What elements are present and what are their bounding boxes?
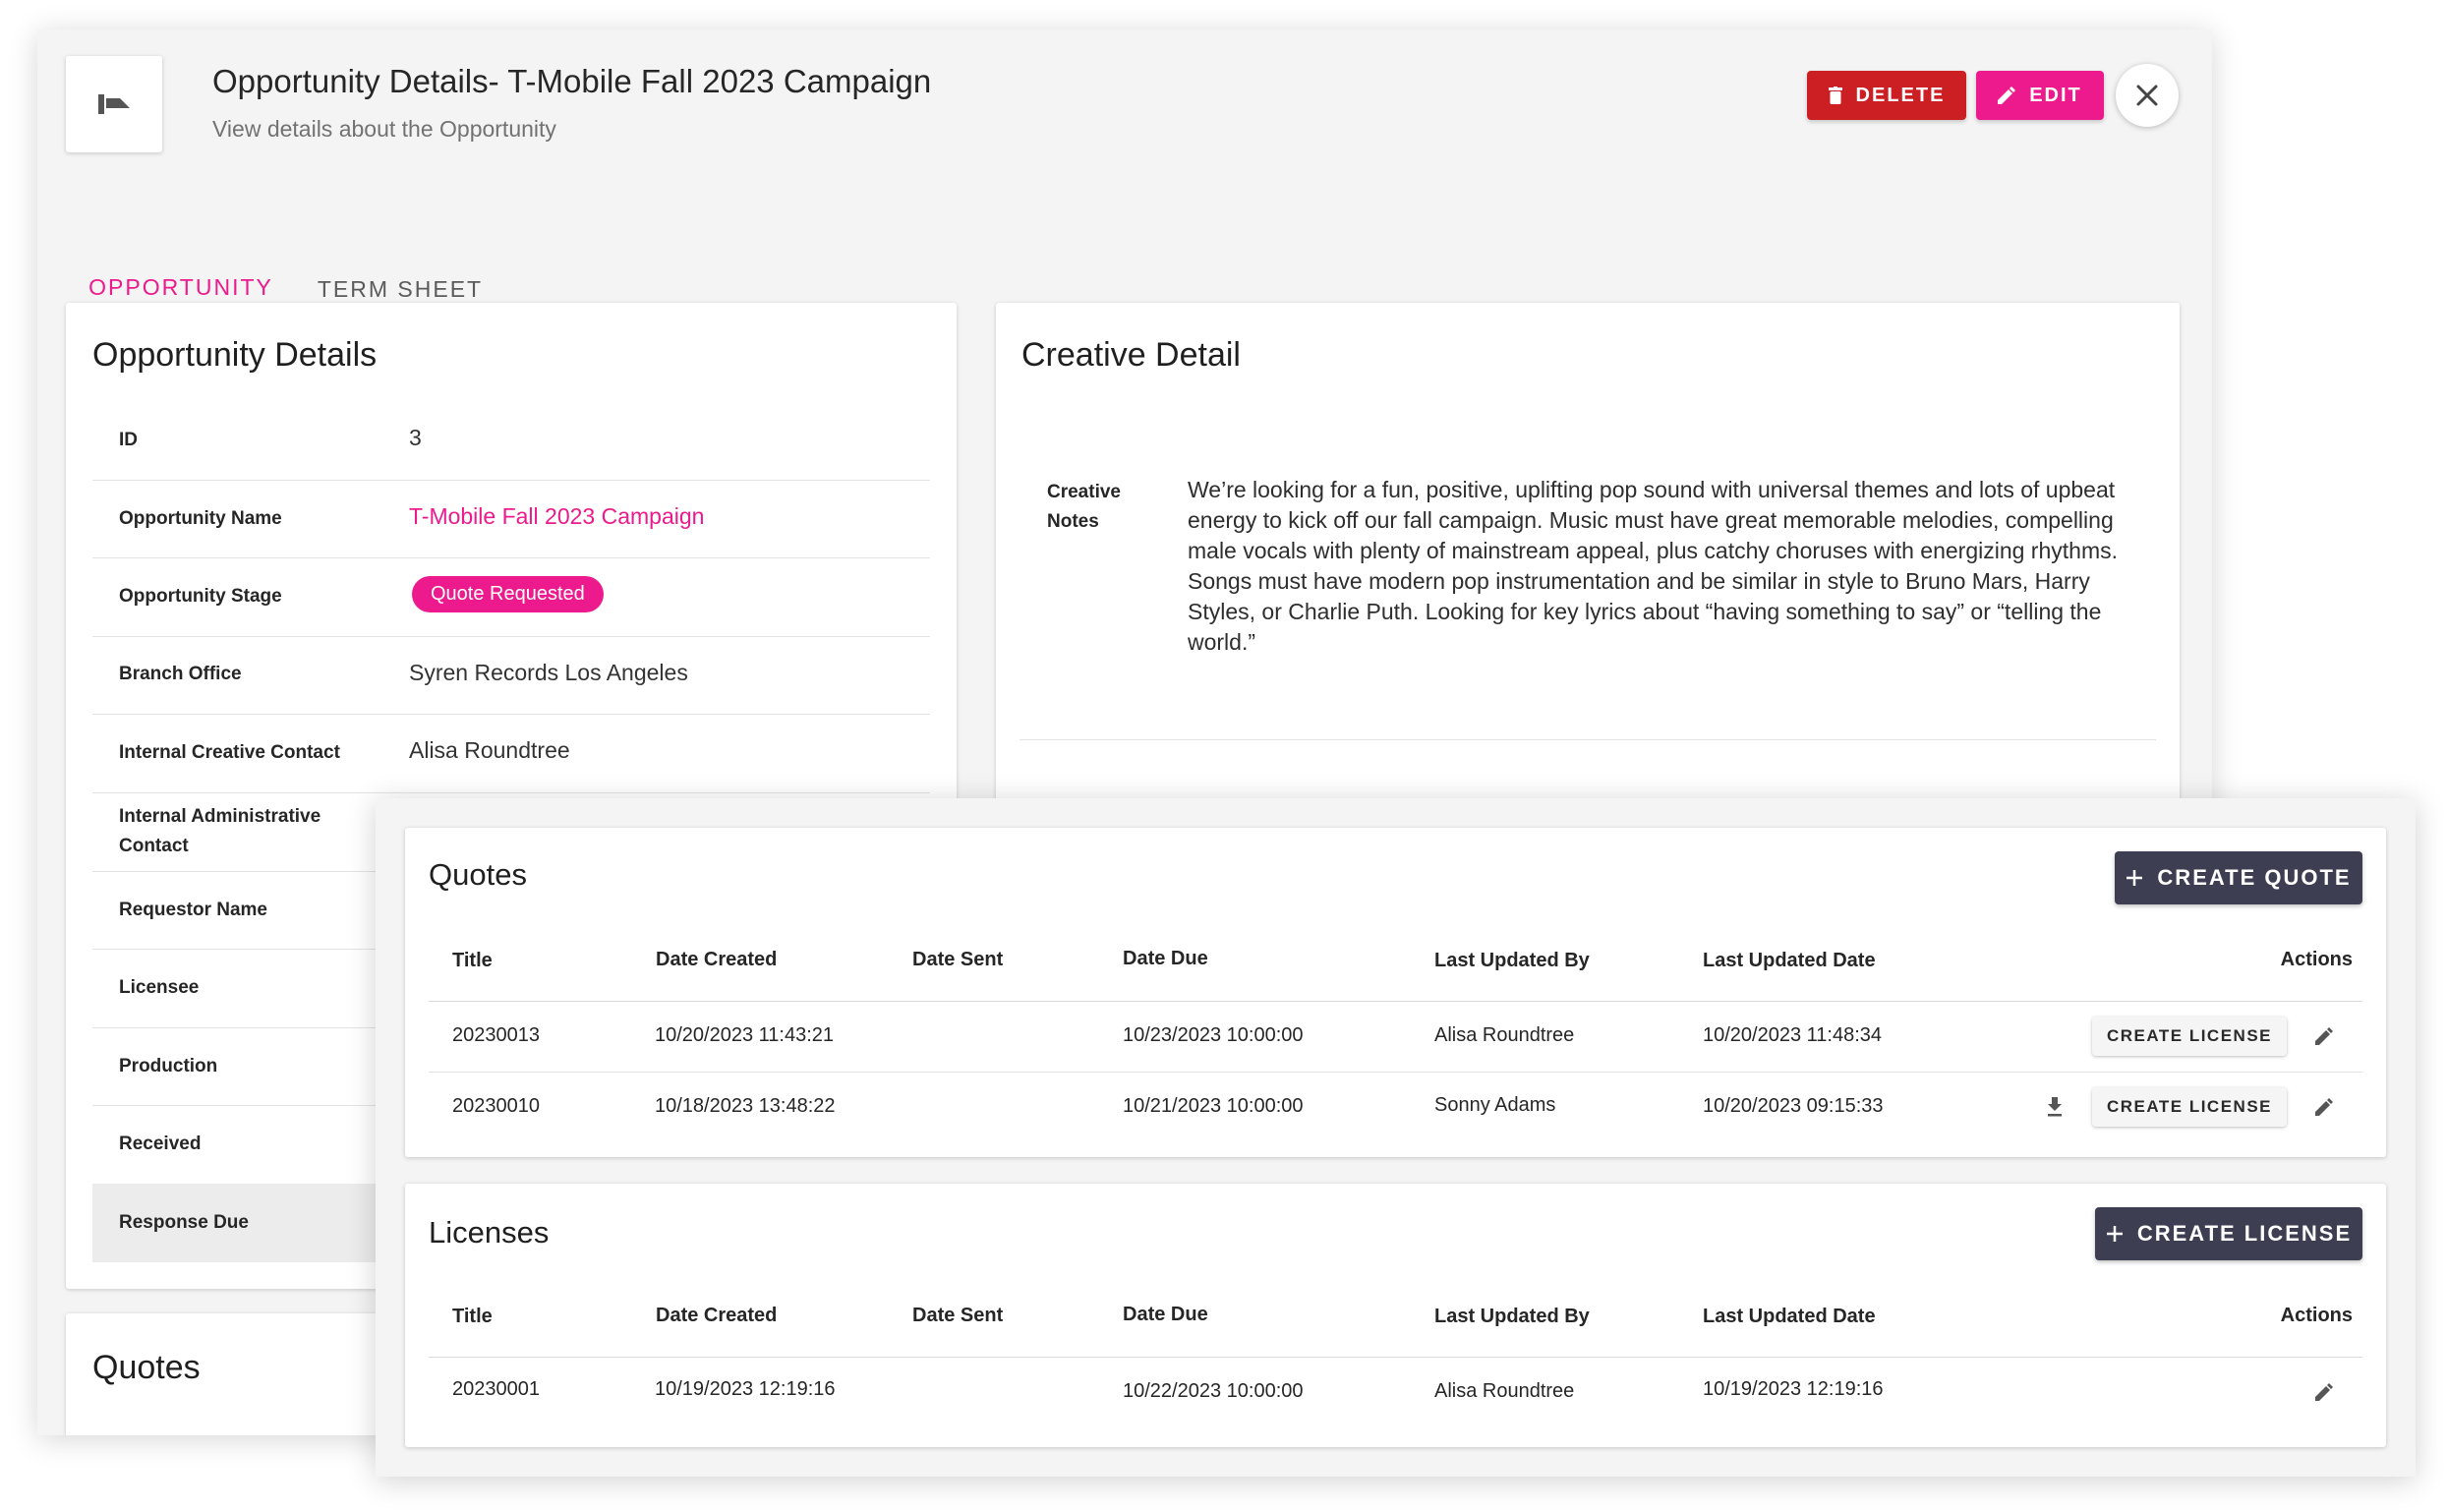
detail-label: Branch Office — [119, 664, 242, 684]
divider — [1020, 739, 2156, 740]
column-header-date-sent: Date Sent — [912, 1305, 1004, 1326]
opportunity-details-title: Opportunity Details — [92, 336, 378, 374]
detail-value: Syren Records Los Angeles — [409, 660, 688, 685]
creative-notes-label: Creative Notes — [1047, 482, 1121, 532]
license-updated-date: 10/19/2023 12:19:16 — [1703, 1378, 1884, 1400]
create-license-button[interactable]: CREATE LICENSE — [2092, 1087, 2287, 1127]
license-title: 20230001 — [452, 1378, 540, 1400]
pencil-icon — [1998, 87, 2016, 104]
detail-label: Opportunity Stage — [119, 586, 282, 607]
detail-label: ID — [119, 430, 138, 450]
detail-label: Received — [119, 1134, 202, 1154]
detail-label: Internal Creative Contact — [119, 742, 340, 763]
plus-icon — [2127, 870, 2143, 886]
license-updated-by: Alisa Roundtree — [1434, 1380, 1575, 1402]
licenses-title: Licenses — [429, 1215, 550, 1250]
pencil-icon — [2315, 1027, 2333, 1045]
quote-date-due: 10/21/2023 10:00:00 — [1123, 1095, 1304, 1117]
license-date-due: 10/22/2023 10:00:00 — [1123, 1380, 1304, 1402]
quotes-title: Quotes — [429, 857, 527, 892]
quote-updated-by: Alisa Roundtree — [1434, 1024, 1575, 1046]
edit-button-label: EDIT — [2029, 84, 2082, 106]
status-badge: Quote Requested — [412, 576, 604, 612]
delete-button-label: DELETE — [1855, 84, 1946, 106]
column-header-date-due: Date Due — [1123, 1304, 1208, 1325]
detail-row-branch-office: Branch Office Syren Records Los Angeles — [92, 636, 930, 715]
pencil-icon — [2315, 1383, 2333, 1401]
creative-notes-text: We’re looking for a fun, positive, uplif… — [1188, 477, 2118, 655]
edit-quote-button[interactable] — [2310, 1093, 2338, 1121]
quotes-table-header: Title Date Created Date Sent Date Due La… — [429, 926, 2362, 1002]
column-header-actions: Actions — [2280, 1305, 2353, 1326]
create-quote-button[interactable]: CREATE QUOTE — [2115, 851, 2362, 904]
table-row: 20230013 10/20/2023 11:43:21 10/23/2023 … — [429, 1001, 2362, 1073]
table-row: 20230010 10/18/2023 13:48:22 10/21/2023 … — [429, 1072, 2362, 1142]
column-header-last-updated-by: Last Updated By — [1434, 950, 1590, 971]
detail-label: Internal Administrative Contact — [119, 806, 321, 856]
create-license-button[interactable]: CREATE LICENSE — [2092, 1017, 2287, 1056]
column-header-title: Title — [452, 1306, 493, 1327]
quote-date-created: 10/20/2023 11:43:21 — [655, 1024, 835, 1046]
detail-value: 3 — [409, 425, 422, 450]
detail-label: Opportunity Name — [119, 508, 282, 529]
column-header-actions: Actions — [2280, 949, 2353, 970]
detail-row-opportunity-name: Opportunity Name T-Mobile Fall 2023 Camp… — [92, 480, 930, 558]
creative-detail-title: Creative Detail — [1021, 336, 1241, 374]
quotes-title-background: Quotes — [92, 1349, 201, 1386]
column-header-last-updated-by: Last Updated By — [1434, 1306, 1590, 1327]
detail-label: Licensee — [119, 977, 200, 998]
table-row: 20230001 10/19/2023 12:19:16 10/22/2023 … — [429, 1357, 2362, 1427]
detail-value: Alisa Roundtree — [409, 737, 570, 763]
quote-updated-date: 10/20/2023 11:48:34 — [1703, 1024, 1883, 1046]
column-header-last-updated-date: Last Updated Date — [1703, 950, 1876, 971]
quote-updated-date: 10/20/2023 09:15:33 — [1703, 1095, 1884, 1117]
licenses-card: Licenses CREATE LICENSE Title Date Creat… — [405, 1184, 2386, 1447]
quote-date-due: 10/23/2023 10:00:00 — [1123, 1024, 1304, 1046]
quotes-card: Quotes CREATE QUOTE Title Date Created D… — [405, 828, 2386, 1157]
detail-row-internal-creative-contact: Internal Creative Contact Alisa Roundtre… — [92, 714, 930, 793]
page-subtitle: View details about the Opportunity — [212, 116, 556, 142]
create-quote-label: CREATE QUOTE — [2157, 865, 2352, 890]
create-license-main-button[interactable]: CREATE LICENSE — [2095, 1207, 2362, 1260]
page-title: Opportunity Details- T-Mobile Fall 2023 … — [212, 63, 932, 99]
detail-row-id: ID 3 — [92, 401, 930, 481]
column-header-date-created: Date Created — [656, 949, 778, 970]
quote-updated-by: Sonny Adams — [1434, 1094, 1556, 1116]
trash-icon — [1828, 87, 1842, 104]
close-icon — [2136, 85, 2158, 106]
detail-label: Requestor Name — [119, 900, 267, 920]
opportunity-name-link[interactable]: T-Mobile Fall 2023 Campaign — [409, 503, 704, 530]
column-header-last-updated-date: Last Updated Date — [1703, 1306, 1876, 1327]
detail-label: Production — [119, 1056, 218, 1076]
app-logo — [66, 56, 162, 152]
column-header-title: Title — [452, 950, 493, 971]
plus-icon — [2106, 1226, 2123, 1242]
quote-title: 20230010 — [452, 1095, 540, 1117]
column-header-date-due: Date Due — [1123, 948, 1208, 969]
column-header-date-sent: Date Sent — [912, 949, 1004, 970]
edit-license-button[interactable] — [2310, 1378, 2338, 1406]
quotes-licenses-panel: Quotes CREATE QUOTE Title Date Created D… — [376, 798, 2416, 1477]
delete-button[interactable]: DELETE — [1807, 71, 1966, 120]
detail-label: Response Due — [119, 1212, 249, 1233]
edit-quote-button[interactable] — [2310, 1022, 2338, 1050]
quote-date-created: 10/18/2023 13:48:22 — [655, 1095, 836, 1117]
create-license-label: CREATE LICENSE — [2136, 1221, 2353, 1246]
download-icon — [2048, 1097, 2062, 1117]
edit-button[interactable]: EDIT — [1976, 71, 2104, 120]
license-date-created: 10/19/2023 12:19:16 — [655, 1378, 836, 1400]
column-header-date-created: Date Created — [656, 1305, 778, 1326]
quote-title: 20230013 — [452, 1024, 540, 1046]
close-button[interactable] — [2116, 64, 2179, 127]
detail-row-opportunity-stage: Opportunity Stage Quote Requested — [92, 557, 930, 637]
app-logo-icon — [98, 94, 130, 114]
pencil-icon — [2315, 1098, 2333, 1116]
download-quote-button[interactable] — [2041, 1093, 2068, 1121]
licenses-table-header: Title Date Created Date Sent Date Due La… — [429, 1282, 2362, 1358]
